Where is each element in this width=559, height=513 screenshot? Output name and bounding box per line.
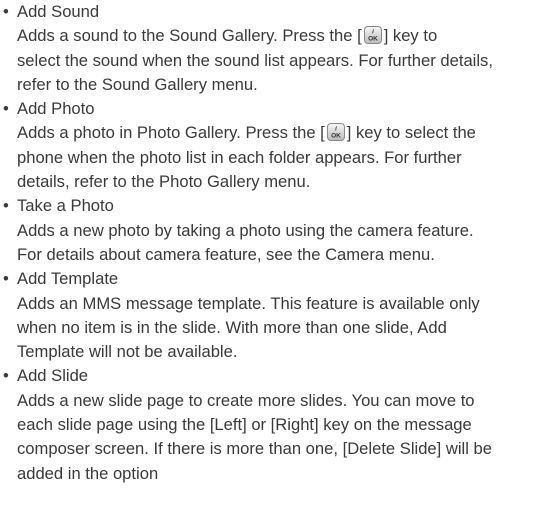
list-item-add-slide: • Add Slide Adds a new slide page to crea… — [3, 364, 559, 485]
item-title: Add Template — [17, 269, 119, 289]
bullet: • — [3, 99, 9, 119]
item-title: Add Sound — [17, 2, 100, 21]
list-item-add-template: • Add Template Adds an MMS message templa… — [3, 267, 559, 364]
ok-key-icon: i OK — [363, 26, 382, 45]
options-list: • Add Sound Adds a sound to the Sound Gal… — [3, 0, 559, 486]
list-item-add-sound: • Add Sound Adds a sound to the Sound Gal… — [3, 0, 559, 97]
item-description: Adds an MMS message template. This featu… — [17, 293, 480, 362]
list-item-take-a-photo: • Take a Photo Adds a new photo by taking… — [3, 194, 559, 267]
svg-text:OK: OK — [331, 133, 341, 140]
bullet: • — [3, 2, 9, 21]
item-description: Adds a sound to the Sound Gallery. Press… — [17, 26, 493, 94]
item-description: Adds a new photo by taking a photo using… — [17, 220, 474, 264]
ok-key-icon: i OK — [326, 123, 345, 142]
svg-text:OK: OK — [368, 36, 378, 43]
item-title: Take a Photo — [17, 196, 114, 216]
bullet: • — [3, 366, 9, 386]
item-description: Adds a new slide page to create more sli… — [17, 390, 492, 483]
list-item-add-photo: • Add Photo Adds a photo in Photo Gallery… — [3, 97, 559, 194]
item-title: Add Slide — [17, 366, 89, 386]
bullet: • — [3, 269, 9, 289]
item-description: Adds a photo in Photo Gallery. Press the… — [17, 123, 476, 192]
item-title: Add Photo — [17, 99, 95, 119]
bullet: • — [3, 196, 9, 216]
